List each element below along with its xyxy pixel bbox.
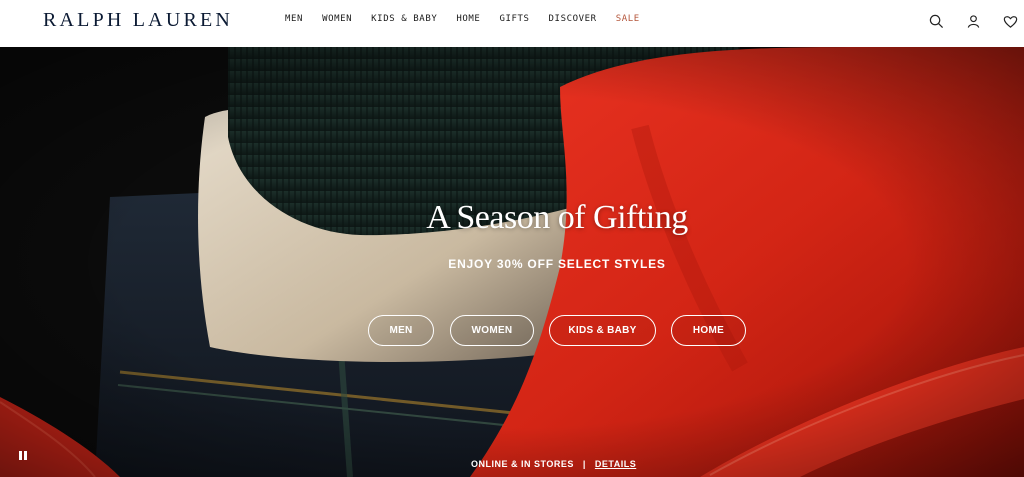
hero-banner[interactable]: A Season of Gifting ENJOY 30% OFF SELECT…	[0, 47, 1024, 477]
nav-item-sale[interactable]: SALE	[616, 14, 640, 24]
nav-item-women[interactable]: WOMEN	[322, 14, 352, 24]
site-header: RALPH LAUREN MEN WOMEN KIDS & BABY HOME …	[0, 0, 1024, 47]
footer-note-text: ONLINE & IN STORES	[471, 459, 574, 469]
hero-subtitle: ENJOY 30% OFF SELECT STYLES	[448, 257, 666, 271]
cta-men-button[interactable]: MEN	[368, 315, 434, 346]
wishlist-heart-icon[interactable]	[1000, 11, 1020, 31]
nav-item-home[interactable]: HOME	[456, 14, 480, 24]
cta-women-button[interactable]: WOMEN	[450, 315, 534, 346]
nav-item-men[interactable]: MEN	[285, 14, 303, 24]
pause-icon[interactable]	[18, 451, 28, 461]
account-icon[interactable]	[963, 11, 983, 31]
nav-item-gifts[interactable]: GIFTS	[499, 14, 529, 24]
header-icons	[909, 11, 1020, 31]
cta-home-button[interactable]: HOME	[671, 315, 746, 346]
hero-title: A Season of Gifting	[426, 199, 688, 236]
details-link[interactable]: DETAILS	[595, 459, 636, 469]
brand-logo[interactable]: RALPH LAUREN	[43, 9, 233, 32]
hero-cta-group: MEN WOMEN KIDS & BABY HOME	[0, 315, 1024, 347]
cta-kids-baby-button[interactable]: KIDS & BABY	[549, 315, 656, 346]
nav-item-discover[interactable]: DISCOVER	[549, 14, 597, 24]
footer-note-separator: |	[582, 459, 586, 469]
hero-footer-note: ONLINE & IN STORES | DETAILS	[471, 459, 636, 469]
search-icon[interactable]	[926, 11, 946, 31]
main-nav: MEN WOMEN KIDS & BABY HOME GIFTS DISCOVE…	[285, 14, 659, 24]
nav-item-kids-baby[interactable]: KIDS & BABY	[371, 14, 437, 24]
